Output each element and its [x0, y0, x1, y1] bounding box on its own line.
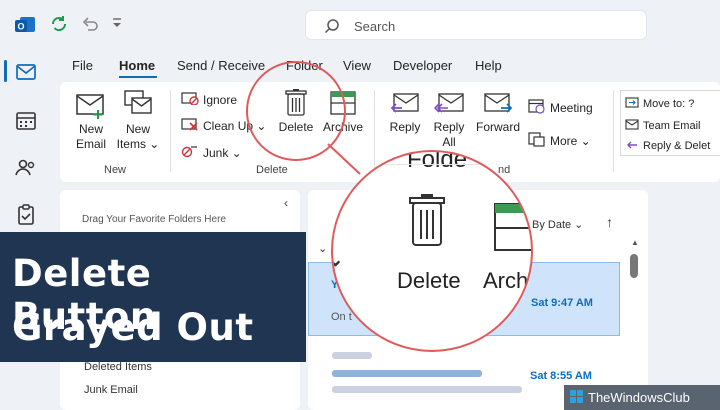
- group-label-new: New: [104, 164, 127, 176]
- magnified-divider: [333, 164, 531, 165]
- tab-help[interactable]: Help: [475, 58, 502, 73]
- folder-item-deleted-items[interactable]: Deleted Items: [84, 361, 152, 373]
- tab-file[interactable]: File: [72, 58, 93, 73]
- new-items-button[interactable]: New Items ⌄: [114, 88, 162, 152]
- banner-line-2: Grayed Out: [12, 306, 254, 349]
- meeting-icon: [528, 98, 546, 117]
- sync-icon[interactable]: [49, 14, 69, 34]
- forward-button[interactable]: Forward: [474, 88, 522, 135]
- ignore-label: Ignore: [203, 92, 238, 107]
- forward-icon: [474, 88, 522, 120]
- reply-all-button[interactable]: Reply All: [428, 88, 470, 150]
- title-banner: Delete Button Grayed Out: [0, 232, 306, 362]
- magnifier-callout: Folde ⌄ Delete Arch: [331, 150, 533, 352]
- scroll-up-icon[interactable]: ▲: [631, 238, 639, 247]
- message-time: Sat 8:55 AM: [530, 370, 592, 382]
- blurred-subject: [332, 370, 482, 377]
- mail-icon[interactable]: [14, 60, 38, 84]
- tab-home[interactable]: Home: [119, 58, 155, 73]
- message-time: Sat 9:47 AM: [531, 297, 593, 309]
- calendar-icon[interactable]: [14, 109, 38, 133]
- ignore-icon: [181, 91, 199, 108]
- callout-connector: [327, 143, 361, 175]
- reply-button[interactable]: Reply: [384, 88, 426, 135]
- sort-by-date-dropdown[interactable]: By Date ⌄: [532, 218, 583, 231]
- reply-all-label-2: All: [442, 135, 456, 149]
- sort-direction-icon[interactable]: ↑: [606, 214, 613, 230]
- team-email-label: Team Email: [643, 119, 701, 132]
- undo-icon[interactable]: [80, 14, 100, 34]
- meeting-label: Meeting: [550, 100, 593, 115]
- junk-icon: [181, 144, 199, 161]
- reply-all-icon: [428, 88, 470, 120]
- move-to-icon: [625, 96, 639, 111]
- folder-item-junk-email[interactable]: Junk Email: [84, 384, 138, 396]
- search-placeholder: Search: [354, 19, 396, 34]
- scrollbar-thumb[interactable]: [630, 254, 638, 278]
- blurred-preview: [332, 386, 522, 393]
- more-respond-icon: [528, 131, 546, 150]
- tab-developer[interactable]: Developer: [393, 58, 452, 73]
- more-respond-label: More ⌄: [550, 133, 591, 148]
- clean-up-icon: [181, 117, 199, 134]
- new-email-icon: [70, 90, 112, 122]
- tab-view[interactable]: View: [343, 58, 371, 73]
- watermark: TheWindowsClub: [564, 385, 720, 410]
- reply-delete-icon: [625, 138, 639, 153]
- new-items-label-2: Items ⌄: [116, 137, 160, 151]
- search-box[interactable]: Search: [305, 10, 647, 40]
- junk-button[interactable]: Junk ⌄: [181, 144, 242, 161]
- move-to-label: Move to: ?: [643, 97, 695, 110]
- more-respond-button[interactable]: More ⌄: [528, 131, 591, 150]
- group-label-delete: Delete: [256, 164, 288, 176]
- new-items-icon: [114, 88, 162, 122]
- tab-home-underline: [119, 76, 157, 78]
- ribbon-separator: [170, 90, 171, 172]
- search-icon: [324, 18, 340, 37]
- magnified-trash-icon: [407, 194, 447, 253]
- customize-qat-icon[interactable]: [110, 16, 124, 30]
- new-email-label-2: Email: [75, 137, 106, 151]
- reply-all-label-1: Reply: [433, 120, 465, 134]
- watermark-text: TheWindowsClub: [588, 390, 690, 405]
- meeting-button[interactable]: Meeting: [528, 98, 593, 117]
- new-email-button[interactable]: New Email: [70, 90, 112, 152]
- new-items-label-1: New: [125, 122, 150, 136]
- reply-label: Reply: [389, 120, 421, 134]
- forward-label: Forward: [475, 120, 520, 134]
- outlook-logo-icon: O: [14, 14, 36, 36]
- quick-step-team-email[interactable]: Team Email: [625, 118, 700, 133]
- watermark-logo-icon: [570, 390, 584, 407]
- magnified-archive-icon: [493, 202, 531, 257]
- reply-icon: [384, 88, 426, 120]
- quick-step-reply-delete[interactable]: Reply & Delet: [625, 138, 710, 153]
- svg-text:O: O: [17, 22, 24, 32]
- magnified-archive-label: Arch: [483, 268, 529, 293]
- tab-send-receive[interactable]: Send / Receive: [177, 58, 265, 73]
- reply-delete-label: Reply & Delet: [643, 139, 711, 152]
- group-collapse-icon[interactable]: ⌄: [318, 242, 327, 255]
- magnified-folder-tab: Folde: [407, 150, 468, 173]
- ribbon-separator: [613, 90, 614, 172]
- team-email-icon: [625, 118, 639, 133]
- collapse-pane-icon[interactable]: ‹: [284, 196, 288, 210]
- tasks-icon[interactable]: [14, 203, 38, 227]
- new-email-label-1: New: [78, 122, 103, 136]
- magnified-chevron-icon: ⌄: [333, 247, 344, 272]
- title-bar: O Search: [0, 0, 720, 48]
- ribbon-separator: [374, 90, 375, 172]
- magnified-delete-label: Delete: [397, 268, 461, 293]
- rail-selection-indicator: [4, 60, 7, 82]
- people-icon[interactable]: [14, 156, 38, 180]
- ignore-button[interactable]: Ignore: [181, 91, 237, 108]
- junk-label: Junk ⌄: [203, 145, 242, 160]
- group-label-respond: nd: [498, 164, 511, 176]
- blurred-sender: [332, 352, 372, 359]
- favorites-drag-hint: Drag Your Favorite Folders Here: [82, 214, 226, 225]
- quick-step-move-to[interactable]: Move to: ?: [625, 96, 694, 111]
- message-preview-b: On t: [331, 311, 352, 323]
